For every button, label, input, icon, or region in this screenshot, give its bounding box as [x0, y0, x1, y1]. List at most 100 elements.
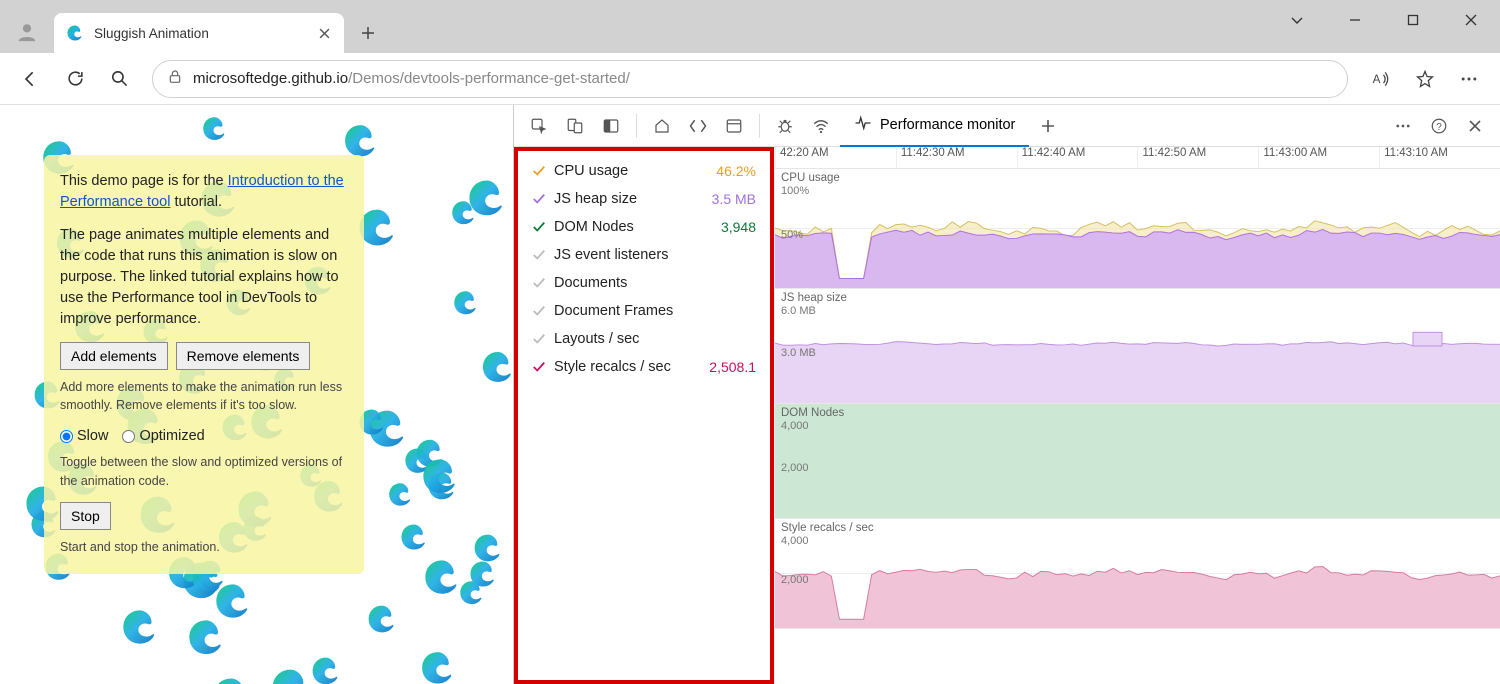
chart-title: DOM Nodes: [781, 407, 844, 419]
chart-title: CPU usage: [781, 172, 840, 184]
metric-label: JS heap size: [554, 191, 704, 207]
remove-elements-button[interactable]: Remove elements: [176, 342, 311, 370]
tab-title: Sluggish Animation: [94, 26, 306, 41]
performance-monitor-tab-label: Performance monitor: [880, 117, 1015, 133]
chart-y-top: 100%: [781, 185, 809, 197]
metric-label: Layouts / sec: [554, 331, 748, 347]
chart-cpu-usage[interactable]: CPU usage100% 50%: [775, 169, 1500, 289]
animated-element: [450, 199, 477, 231]
metric-row-document-frames[interactable]: Document Frames: [518, 297, 770, 325]
metric-toggle-check-icon: [532, 220, 546, 234]
tab-favicon-edge-icon: [66, 24, 84, 42]
metric-toggle-check-icon: [532, 248, 546, 262]
metrics-sidebar: CPU usage46.2%JS heap size3.5 MBDOM Node…: [514, 147, 774, 684]
address-url: microsoftedge.github.io/Demos/devtools-p…: [193, 70, 630, 87]
radio-optimized[interactable]: Optimized: [122, 426, 204, 447]
more-tabs-button[interactable]: [1031, 109, 1065, 143]
metric-row-layouts-sec[interactable]: Layouts / sec: [518, 325, 770, 353]
animated-element: [210, 675, 253, 684]
chart-y-mid: 2,000: [781, 462, 809, 474]
new-tab-button[interactable]: [352, 17, 384, 49]
animated-element: [472, 532, 504, 569]
time-tick: 11:42:50 AM: [1137, 147, 1258, 168]
animated-element: [120, 607, 160, 652]
chart-y-mid: 3.0 MB: [781, 347, 816, 359]
inspect-element-button[interactable]: [522, 109, 556, 143]
stop-button[interactable]: Stop: [60, 502, 111, 530]
helper-text-3: Start and stop the animation.: [60, 538, 348, 556]
debug-tab-icon[interactable]: [768, 109, 802, 143]
add-elements-button[interactable]: Add elements: [60, 342, 168, 370]
charts-panel: 42:20 AM11:42:30 AM11:42:40 AM11:42:50 A…: [774, 147, 1500, 684]
metric-toggle-check-icon: [532, 360, 546, 374]
profile-button[interactable]: [10, 15, 44, 49]
application-tab-icon[interactable]: [717, 109, 751, 143]
settings-more-button[interactable]: [1450, 60, 1488, 98]
devtools-help-button[interactable]: ?: [1422, 109, 1456, 143]
animated-element: [387, 481, 414, 513]
devtools-more-button[interactable]: [1386, 109, 1420, 143]
animated-element: [366, 603, 398, 640]
metric-label: Style recalcs / sec: [554, 359, 701, 375]
metric-value: 3,948: [721, 219, 756, 235]
performance-monitor-tab[interactable]: Performance monitor: [840, 105, 1029, 147]
intro-paragraph: This demo page is for the Introduction t…: [60, 171, 348, 213]
chart-js-heap-size[interactable]: JS heap size6.0 MB3.0 MB: [775, 289, 1500, 404]
animated-element: [480, 349, 513, 390]
chart-y-top: 4,000: [781, 420, 809, 432]
svg-text:A: A: [1373, 73, 1381, 86]
metric-row-js-heap-size[interactable]: JS heap size3.5 MB: [518, 185, 770, 213]
read-aloud-button[interactable]: A: [1362, 60, 1400, 98]
time-tick: 11:42:30 AM: [896, 147, 1017, 168]
time-tick: 42:20 AM: [775, 147, 896, 168]
devtools-panel: Performance monitor ? CPU usage46.2%JS h…: [513, 105, 1500, 684]
dock-side-button[interactable]: [594, 109, 628, 143]
metric-label: JS event listeners: [554, 247, 748, 263]
device-emulation-button[interactable]: [558, 109, 592, 143]
time-tick: 11:43:00 AM: [1258, 147, 1379, 168]
browser-tab[interactable]: Sluggish Animation: [54, 13, 344, 53]
animated-element: [399, 522, 429, 557]
timeline-axis: 42:20 AM11:42:30 AM11:42:40 AM11:42:50 A…: [775, 147, 1500, 169]
metric-row-dom-nodes[interactable]: DOM Nodes3,948: [518, 213, 770, 241]
metric-value: 46.2%: [716, 163, 756, 179]
favorites-button[interactable]: [1406, 60, 1444, 98]
window-controls: [1268, 0, 1500, 40]
svg-text:?: ?: [1436, 121, 1442, 132]
chart-y-mid: 50%: [781, 229, 803, 241]
activity-icon: [854, 114, 872, 136]
sources-tab-icon[interactable]: [681, 109, 715, 143]
metric-row-documents[interactable]: Documents: [518, 269, 770, 297]
devtools-close-button[interactable]: [1458, 109, 1492, 143]
tab-close-button[interactable]: [316, 25, 332, 41]
metric-value: 2,508.1: [709, 359, 756, 375]
network-conditions-icon[interactable]: [804, 109, 838, 143]
window-tab-actions-button[interactable]: [1268, 0, 1326, 40]
window-close-button[interactable]: [1442, 0, 1500, 40]
metric-toggle-check-icon: [532, 192, 546, 206]
search-button[interactable]: [100, 60, 138, 98]
animated-element: [422, 557, 462, 602]
animated-element: [213, 581, 253, 626]
chart-y-mid: 2,000: [781, 574, 809, 586]
window-minimize-button[interactable]: [1326, 0, 1384, 40]
animated-element: [310, 655, 342, 684]
animated-element: [458, 579, 485, 611]
radio-slow[interactable]: Slow: [60, 426, 108, 447]
site-info-lock-icon[interactable]: [167, 69, 183, 89]
charts-container: CPU usage100% 50% JS heap size6.0 MB3.0 MB…: [775, 169, 1500, 684]
chart-style-recalcs-sec[interactable]: Style recalcs / sec4,0002,000: [775, 519, 1500, 629]
metric-row-js-event-listeners[interactable]: JS event listeners: [518, 241, 770, 269]
description-paragraph: The page animates multiple elements and …: [60, 225, 348, 330]
window-maximize-button[interactable]: [1384, 0, 1442, 40]
metric-row-cpu-usage[interactable]: CPU usage46.2%: [518, 157, 770, 185]
demo-info-card: This demo page is for the Introduction t…: [44, 155, 364, 574]
metric-row-style-recalcs-sec[interactable]: Style recalcs / sec 2,508.1: [518, 353, 770, 381]
chart-y-top: 4,000: [781, 535, 809, 547]
back-button[interactable]: [12, 60, 50, 98]
chart-dom-nodes[interactable]: DOM Nodes4,000 2,000: [775, 404, 1500, 519]
address-bar[interactable]: microsoftedge.github.io/Demos/devtools-p…: [152, 60, 1348, 98]
welcome-tab-icon[interactable]: [645, 109, 679, 143]
animated-element: [452, 289, 480, 322]
refresh-button[interactable]: [56, 60, 94, 98]
